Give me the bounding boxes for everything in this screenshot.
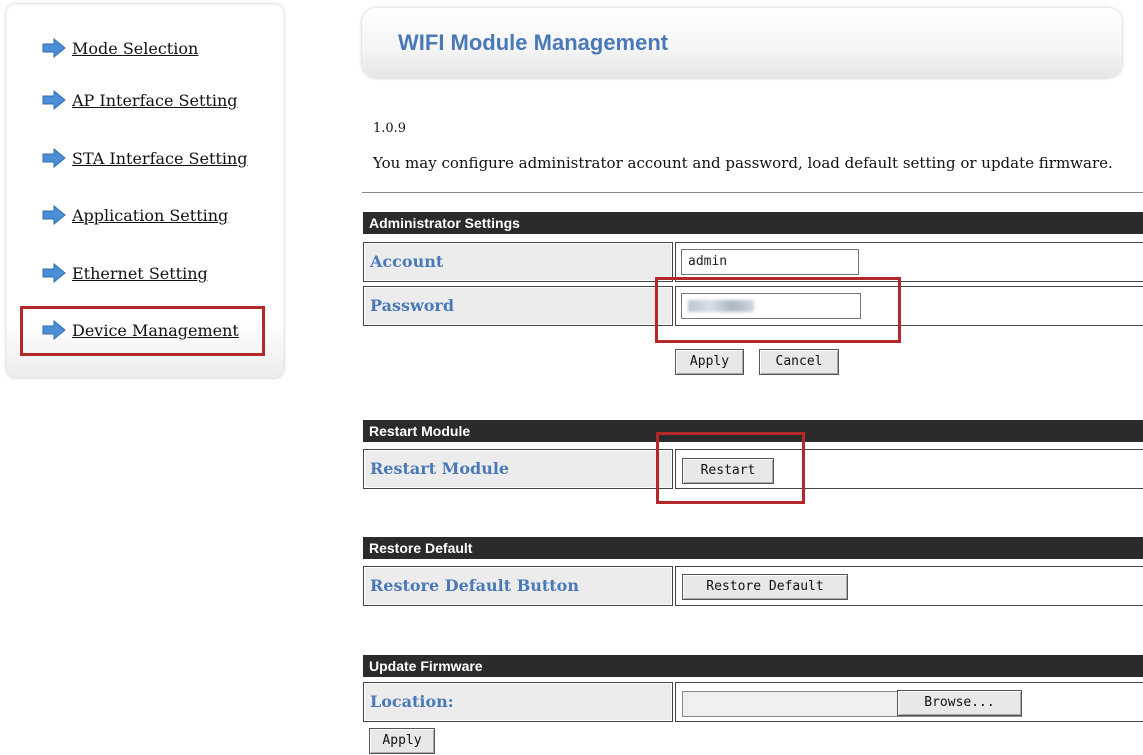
- sidebar: Mode Selection AP Interface Setting STA …: [6, 4, 284, 378]
- page-header: WIFI Module Management: [362, 8, 1122, 78]
- sidebar-item-label: AP Interface Setting: [72, 90, 238, 110]
- location-label-cell: Location:: [363, 682, 673, 722]
- password-label-cell: Password: [363, 286, 673, 326]
- sidebar-item-label: STA Interface Setting: [72, 148, 248, 168]
- page-description: You may configure administrator account …: [373, 154, 1113, 172]
- arrow-right-icon: [42, 205, 66, 225]
- firmware-version: 1.0.9: [373, 121, 407, 136]
- account-value-cell: admin: [675, 242, 1143, 282]
- browse-button[interactable]: Browse...: [897, 690, 1022, 716]
- password-input[interactable]: [681, 293, 861, 319]
- account-input[interactable]: admin: [681, 249, 859, 275]
- section-header-admin: Administrator Settings: [363, 212, 1143, 234]
- account-label-cell: Account: [363, 242, 673, 282]
- sidebar-item-label: Device Management: [72, 320, 239, 340]
- location-value-cell: Browse...: [675, 682, 1143, 722]
- arrow-right-icon: [42, 320, 66, 340]
- arrow-right-icon: [42, 38, 66, 58]
- sidebar-item-label: Ethernet Setting: [72, 263, 208, 283]
- sidebar-item-sta-interface[interactable]: STA Interface Setting: [42, 148, 248, 168]
- row-restore: Restore Default Button Restore Default: [363, 566, 1143, 606]
- row-account: Account admin: [363, 242, 1143, 282]
- page-title: WIFI Module Management: [398, 30, 669, 55]
- admin-cancel-button[interactable]: Cancel: [759, 349, 839, 375]
- restore-label-cell: Restore Default Button: [363, 566, 673, 606]
- divider: [362, 192, 1143, 193]
- section-header-restore: Restore Default: [363, 537, 1143, 559]
- firmware-apply-button[interactable]: Apply: [369, 728, 435, 754]
- sidebar-item-device-management[interactable]: Device Management: [42, 320, 239, 340]
- restart-label-cell: Restart Module: [363, 449, 673, 489]
- row-restart: Restart Module Restart: [363, 449, 1143, 489]
- arrow-right-icon: [42, 90, 66, 110]
- sidebar-item-label: Application Setting: [72, 205, 229, 225]
- sidebar-item-label: Mode Selection: [72, 38, 199, 58]
- password-blurred-value: [688, 300, 754, 312]
- restart-value-cell: Restart: [675, 449, 1143, 489]
- row-password: Password: [363, 286, 1143, 326]
- location-label: Location:: [370, 692, 454, 711]
- section-header-restart: Restart Module: [363, 420, 1143, 442]
- section-header-firmware: Update Firmware: [363, 655, 1143, 677]
- row-location: Location: Browse...: [363, 682, 1143, 722]
- account-label: Account: [370, 252, 444, 271]
- restore-value-cell: Restore Default: [675, 566, 1143, 606]
- sidebar-item-ap-interface[interactable]: AP Interface Setting: [42, 90, 238, 110]
- restart-label: Restart Module: [370, 459, 510, 478]
- password-label: Password: [370, 296, 455, 315]
- password-value-cell: [675, 286, 1143, 326]
- sidebar-item-mode-selection[interactable]: Mode Selection: [42, 38, 198, 58]
- restore-label: Restore Default Button: [370, 576, 579, 595]
- admin-apply-button[interactable]: Apply: [675, 349, 744, 375]
- restore-default-button[interactable]: Restore Default: [682, 574, 848, 600]
- sidebar-item-ethernet[interactable]: Ethernet Setting: [42, 263, 208, 283]
- arrow-right-icon: [42, 148, 66, 168]
- restart-button[interactable]: Restart: [682, 458, 774, 484]
- sidebar-item-application[interactable]: Application Setting: [42, 205, 228, 225]
- arrow-right-icon: [42, 263, 66, 283]
